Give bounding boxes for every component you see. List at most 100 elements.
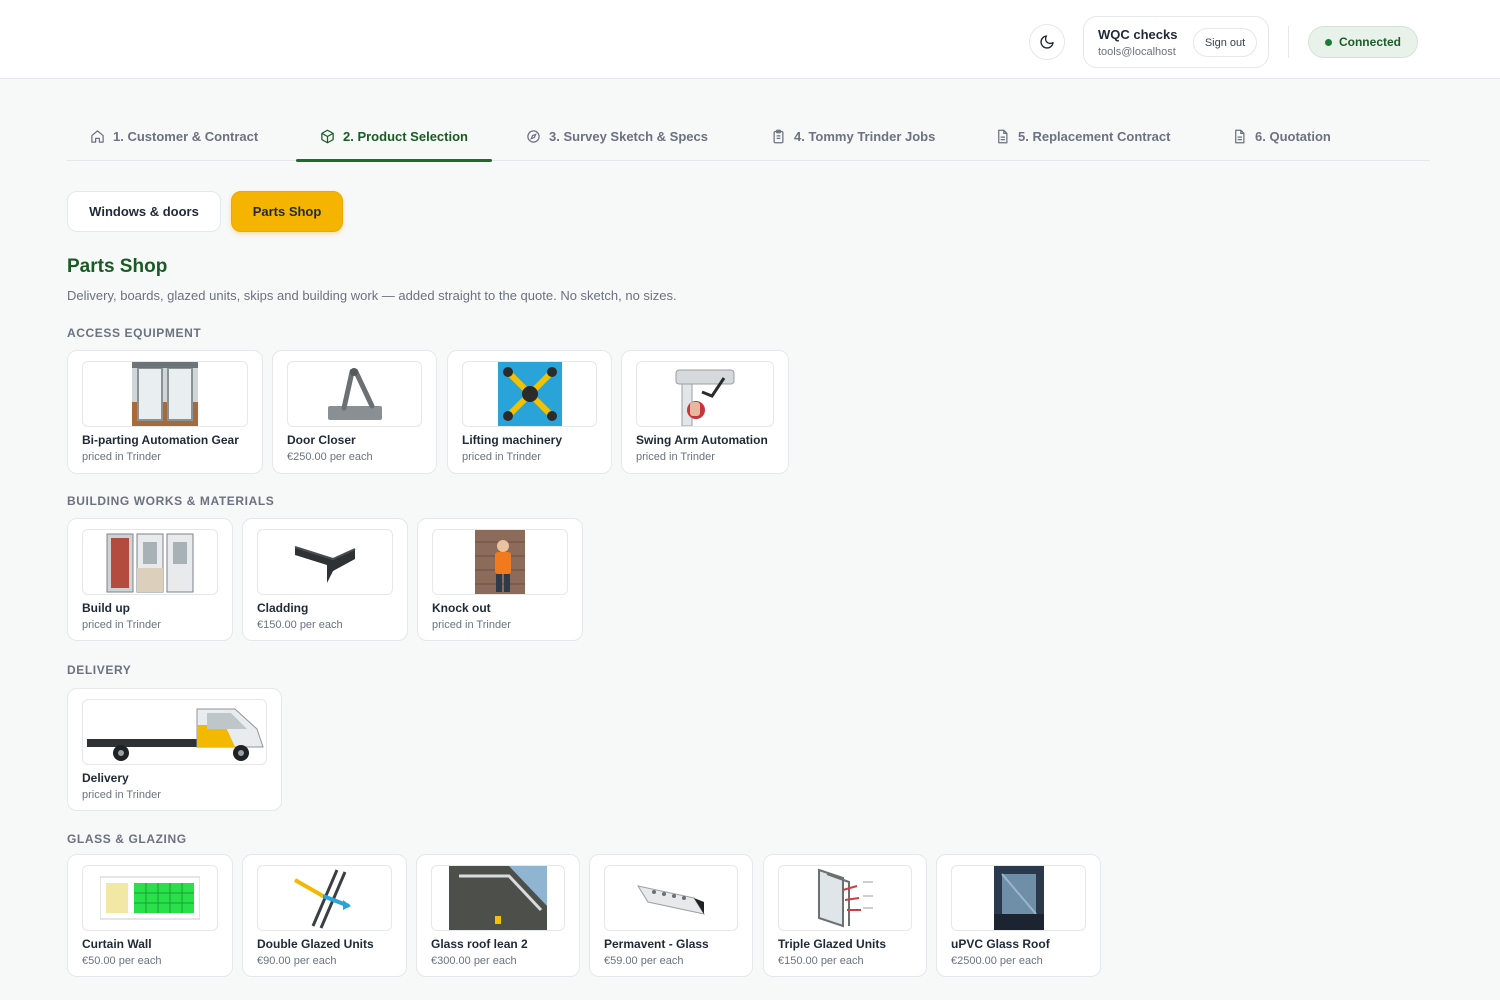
delivery-truck-icon <box>86 708 264 761</box>
theme-toggle-button[interactable] <box>1029 24 1065 60</box>
product-price: €90.00 per each <box>257 955 337 967</box>
sign-out-button[interactable]: Sign out <box>1193 28 1257 57</box>
product-name: Build up <box>82 601 130 615</box>
product-name: uPVC Glass Roof <box>951 937 1050 951</box>
connection-status-badge: Connected <box>1308 26 1418 58</box>
tab-label: 3. Survey Sketch & Specs <box>549 129 708 144</box>
product-name: Double Glazed Units <box>257 937 374 951</box>
product-thumbnail <box>82 865 218 931</box>
tab-replacement-contract[interactable]: 5. Replacement Contract <box>995 112 1170 161</box>
step-tabs: 1. Customer & Contract 2. Product Select… <box>67 112 1430 162</box>
compass-icon <box>526 129 541 144</box>
cladding-icon <box>294 546 356 583</box>
product-name: Knock out <box>432 601 491 615</box>
home-icon <box>90 129 105 144</box>
product-card[interactable]: Triple Glazed Units €150.00 per each <box>763 854 927 977</box>
product-price: €2500.00 per each <box>951 955 1043 967</box>
top-bar: WQC checks tools@localhost Sign out Conn… <box>0 0 1500 79</box>
triple-glazed-icon <box>818 868 873 928</box>
double-glazed-icon <box>293 869 351 929</box>
cube-icon <box>320 129 335 144</box>
product-name: Cladding <box>257 601 309 615</box>
product-card[interactable]: Bi-parting Automation Gear priced in Tri… <box>67 350 263 474</box>
tab-survey-sketch[interactable]: 3. Survey Sketch & Specs <box>526 112 708 161</box>
product-thumbnail <box>82 699 267 765</box>
product-card[interactable]: Glass roof lean 2 €300.00 per each <box>416 854 580 977</box>
moon-icon <box>1040 35 1054 49</box>
product-price: priced in Trinder <box>462 451 541 463</box>
product-card[interactable]: uPVC Glass Roof €2500.00 per each <box>936 854 1101 977</box>
page-title: Parts Shop <box>67 256 168 277</box>
tab-label: 4. Tommy Trinder Jobs <box>794 129 936 144</box>
product-price: €300.00 per each <box>431 955 517 967</box>
product-name: Swing Arm Automation <box>636 433 768 447</box>
product-thumbnail <box>604 865 738 931</box>
windows-doors-button[interactable]: Windows & doors <box>67 191 221 232</box>
knock-out-icon <box>475 530 525 594</box>
product-thumbnail <box>636 361 774 427</box>
permavent-icon <box>636 885 706 915</box>
section-heading-glass: Glass & glazing <box>67 832 187 846</box>
product-name: Door Closer <box>287 433 356 447</box>
section-heading-building: Building works & materials <box>67 494 275 508</box>
product-price: €150.00 per each <box>778 955 864 967</box>
tab-label: 5. Replacement Contract <box>1018 129 1171 144</box>
door-closer-icon <box>327 368 382 420</box>
product-thumbnail <box>82 529 218 595</box>
tab-product-selection[interactable]: 2. Product Selection <box>296 112 492 162</box>
parts-shop-button[interactable]: Parts Shop <box>231 191 343 232</box>
product-thumbnail <box>462 361 597 427</box>
product-card[interactable]: Door Closer €250.00 per each <box>272 350 437 474</box>
product-name: Delivery <box>82 771 129 785</box>
product-card[interactable]: Permavent - Glass €59.00 per each <box>589 854 753 977</box>
product-name: Lifting machinery <box>462 433 563 447</box>
tab-label: 1. Customer & Contract <box>113 129 259 144</box>
product-thumbnail <box>257 529 393 595</box>
swing-arm-icon <box>675 369 735 426</box>
product-price: €50.00 per each <box>82 955 162 967</box>
user-name: WQC checks <box>1098 27 1178 42</box>
product-price: €59.00 per each <box>604 955 684 967</box>
product-thumbnail <box>82 361 248 427</box>
product-card[interactable]: Cladding €150.00 per each <box>242 518 408 641</box>
status-label: Connected <box>1338 35 1401 49</box>
clipboard-icon <box>771 129 786 144</box>
product-thumbnail <box>287 361 422 427</box>
product-price: priced in Trinder <box>82 619 161 631</box>
curtain-wall-icon <box>100 876 200 920</box>
glass-roof-icon <box>449 866 547 930</box>
product-card[interactable]: Curtain Wall €50.00 per each <box>67 854 233 977</box>
section-heading-access: Access equipment <box>67 326 202 340</box>
user-box: WQC checks tools@localhost Sign out <box>1083 16 1269 68</box>
product-thumbnail <box>432 529 568 595</box>
product-thumbnail <box>778 865 912 931</box>
product-price: priced in Trinder <box>82 451 161 463</box>
product-price: priced in Trinder <box>636 451 715 463</box>
product-thumbnail <box>431 865 565 931</box>
product-price: priced in Trinder <box>82 789 161 801</box>
product-card[interactable]: Lifting machinery priced in Trinder <box>447 350 612 474</box>
product-name: Triple Glazed Units <box>778 937 887 951</box>
build-up-icon <box>106 533 194 593</box>
status-dot-icon <box>1324 38 1332 46</box>
product-name: Permavent - Glass <box>604 937 709 951</box>
product-thumbnail <box>951 865 1086 931</box>
document-icon <box>1232 129 1247 144</box>
product-card[interactable]: Build up priced in Trinder <box>67 518 233 641</box>
tab-label: 6. Quotation <box>1255 129 1331 144</box>
product-card[interactable]: Double Glazed Units €90.00 per each <box>242 854 407 977</box>
product-card[interactable]: Delivery priced in Trinder <box>67 688 282 811</box>
product-name: Glass roof lean 2 <box>431 937 528 951</box>
document-icon <box>995 129 1010 144</box>
tab-customer-contract[interactable]: 1. Customer & Contract <box>90 112 258 161</box>
tab-tommy-trinder-jobs[interactable]: 4. Tommy Trinder Jobs <box>771 112 935 161</box>
product-card[interactable]: Swing Arm Automation priced in Trinder <box>621 350 789 474</box>
product-price: €150.00 per each <box>257 619 343 631</box>
user-email: tools@localhost <box>1098 46 1176 58</box>
page-subtitle: Delivery, boards, glazed units, skips an… <box>67 288 677 303</box>
tab-quotation[interactable]: 6. Quotation <box>1232 112 1331 161</box>
product-name: Bi-parting Automation Gear <box>82 433 239 447</box>
tab-label: 2. Product Selection <box>343 129 468 144</box>
product-card[interactable]: Knock out priced in Trinder <box>417 518 583 641</box>
product-price: €250.00 per each <box>287 451 373 463</box>
